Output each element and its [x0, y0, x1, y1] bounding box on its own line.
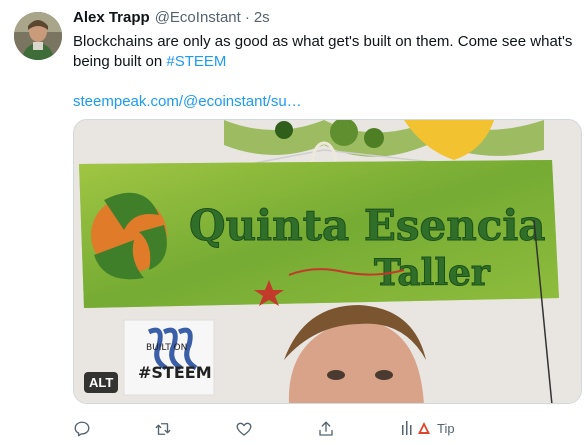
bars-icon [402, 421, 412, 435]
sign-text-line1: Quinta Esencia [189, 201, 546, 250]
reply-button[interactable] [73, 420, 91, 438]
tip-label: Tip [437, 420, 455, 436]
reply-bubble-icon [74, 421, 90, 437]
author-handle[interactable]: @EcoInstant [155, 8, 241, 28]
alt-badge[interactable]: ALT [84, 372, 119, 393]
retweet-button[interactable] [153, 420, 173, 438]
hashtag-link[interactable]: #STEEM [166, 53, 226, 70]
photo-sign-icon: Quinta Esencia Taller BUILT ON #STEEM [74, 120, 581, 403]
sticker-text-line1: BUILT ON [146, 343, 187, 353]
author-name[interactable]: Alex Trapp [73, 8, 150, 28]
tweet-text-body: Blockchains are only as good as what get… [73, 33, 573, 70]
retweet-icon [155, 423, 171, 435]
tweet-text: Blockchains are only as good as what get… [73, 32, 581, 72]
heart-icon [236, 422, 252, 436]
tweet-header: Alex Trapp @EcoInstant · 2s [73, 8, 581, 30]
tweet-card[interactable]: Alex Trapp @EcoInstant · 2s Blockchains … [0, 0, 585, 444]
author-avatar[interactable] [14, 12, 62, 60]
tweet-timestamp[interactable]: 2s [254, 8, 270, 28]
like-button[interactable] [235, 420, 253, 438]
tweet-content: Alex Trapp @EcoInstant · 2s Blockchains … [73, 8, 581, 112]
tweet-actions: Tip [73, 420, 582, 442]
tip-button[interactable]: Tip [401, 420, 455, 436]
tweet-media-image[interactable]: Quinta Esencia Taller BUILT ON #STEEM AL… [73, 119, 582, 404]
avatar-photo-icon [14, 12, 62, 60]
separator-dot: · [244, 9, 250, 26]
share-icon [319, 421, 333, 436]
external-link[interactable]: steempeak.com/@ecoinstant/su… [73, 93, 302, 110]
brave-triangle-icon [418, 422, 430, 434]
share-button[interactable] [317, 420, 335, 438]
sticker-text-line2: #STEEM [138, 363, 212, 382]
tweet-link-row: steempeak.com/@ecoinstant/su… [73, 92, 581, 112]
